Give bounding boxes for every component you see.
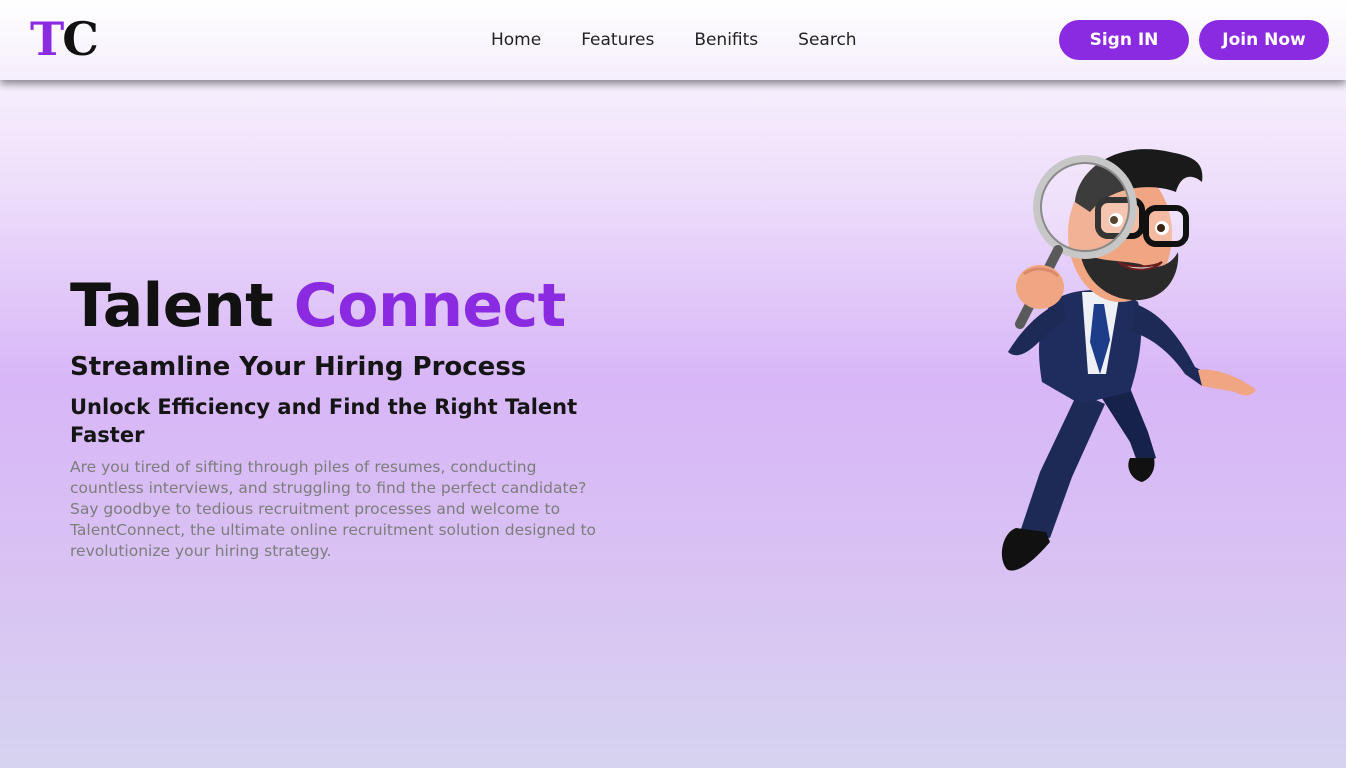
sign-in-button[interactable]: Sign IN [1059,20,1189,60]
main-nav: Home Features Benifits Search [491,28,857,52]
top-navbar: TC Home Features Benifits Search Sign IN… [0,0,1346,80]
hero-title-connect: Connect [293,271,567,341]
brand-logo[interactable]: TC [30,12,99,66]
hero-description: Are you tired of sifting through piles o… [70,458,597,560]
nav-link-benefits[interactable]: Benifits [694,28,758,52]
hero-title: Talent Connect [70,270,610,342]
hero-subtitle: Streamline Your Hiring Process [70,352,527,382]
logo-letter-c: C [62,12,99,66]
hero-section: Talent Connect Streamline Your Hiring Pr… [70,270,610,562]
nav-link-home[interactable]: Home [491,28,541,52]
hero-tagline: Unlock Efficiency and Find the Right Tal… [70,395,578,447]
logo-letter-t: T [30,12,64,66]
nav-link-features[interactable]: Features [581,28,654,52]
nav-link-search[interactable]: Search [798,28,856,52]
join-now-button[interactable]: Join Now [1199,20,1329,60]
businessman-magnifying-glass-illustration [980,142,1270,574]
hero-title-talent: Talent [70,271,274,341]
